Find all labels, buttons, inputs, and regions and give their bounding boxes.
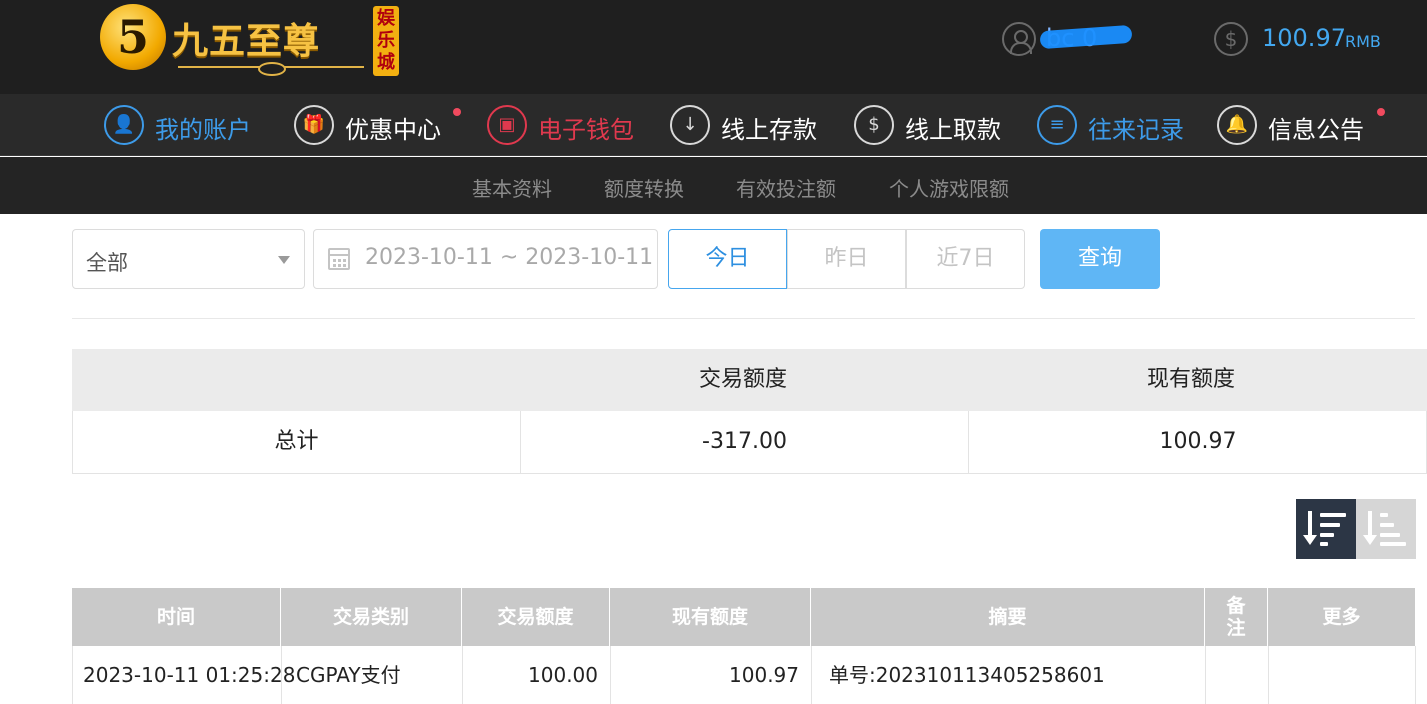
main-nav: 👤 我的账户 🎁 优惠中心 ▣ 电子钱包 ↓ 线上存款 $ 线上取款 ≡ 往来记… xyxy=(0,94,1427,156)
withdraw-icon: $ xyxy=(854,105,894,145)
top-header: 5 九五至尊 娱 乐 城 bc 0 $ 100.97 RMB xyxy=(0,0,1427,94)
chevron-down-icon xyxy=(278,256,290,264)
dollar-icon: $ xyxy=(1214,22,1248,56)
cell-remark xyxy=(1206,646,1269,704)
logo-ornament xyxy=(178,62,364,76)
deposit-icon: ↓ xyxy=(670,105,710,145)
records-header: 时间 交易类别 交易额度 现有额度 摘要 备注 更多 xyxy=(72,588,1415,646)
nav-label: 信息公告 xyxy=(1268,116,1364,144)
col-time[interactable]: 时间 xyxy=(72,588,281,646)
col-balance[interactable]: 现有额度 xyxy=(610,588,811,646)
cell-amount: 100.00 xyxy=(463,646,611,704)
col-more[interactable]: 更多 xyxy=(1268,588,1415,646)
bell-icon: 🔔 xyxy=(1217,105,1257,145)
summary-current-balance: 100.97 xyxy=(968,411,1427,473)
subnav-valid-bets[interactable]: 有效投注额 xyxy=(736,173,836,202)
logo-text: 九五至尊 xyxy=(172,20,321,62)
summary-transaction-total: -317.00 xyxy=(520,411,968,473)
type-select-value: 全部 xyxy=(86,251,128,275)
col-amount[interactable]: 交易额度 xyxy=(462,588,610,646)
cell-time: 2023-10-11 01:25:28 xyxy=(73,646,295,704)
logo-number: 5 xyxy=(116,10,149,64)
divider xyxy=(72,318,1415,319)
quick-7days-button[interactable]: 近7日 xyxy=(906,229,1025,289)
notification-dot xyxy=(453,108,461,116)
table-row: 2023-10-11 01:25:28 CGPAY支付 100.00 100.9… xyxy=(72,646,1416,704)
subnav-basic-info[interactable]: 基本资料 xyxy=(472,173,552,202)
sub-nav: 基本资料 额度转换 有效投注额 个人游戏限额 xyxy=(0,157,1427,214)
nav-label: 线上取款 xyxy=(905,116,1001,144)
summary-header-cell: 交易额度 xyxy=(698,367,787,392)
sort-ascending-button[interactable] xyxy=(1356,499,1416,559)
subnav-game-limits[interactable]: 个人游戏限额 xyxy=(889,173,1009,202)
nav-label: 线上存款 xyxy=(721,116,817,144)
cell-summary: 单号:20231011340525860​1 xyxy=(812,646,1206,704)
cell-more[interactable] xyxy=(1269,646,1416,704)
col-type[interactable]: 交易类别 xyxy=(281,588,462,646)
logo-tag: 娱 乐 城 xyxy=(373,6,399,76)
quick-today-button[interactable]: 今日 xyxy=(668,229,787,289)
arrow-down-icon xyxy=(1368,511,1372,537)
site-logo[interactable]: 5 九五至尊 娱 乐 城 xyxy=(100,4,400,76)
summary-header-cell: 现有额度 xyxy=(1146,367,1235,392)
wallet-icon: ▣ xyxy=(487,105,527,145)
summary-header: 交易额度 现有额度 xyxy=(72,349,1427,411)
col-remark[interactable]: 备注 xyxy=(1205,588,1268,646)
cell-balance: 100.97 xyxy=(611,646,812,704)
quick-yesterday-button[interactable]: 昨日 xyxy=(787,229,906,289)
query-button[interactable]: 查询 xyxy=(1040,229,1160,289)
records-icon: ≡ xyxy=(1037,105,1077,145)
nav-label: 往来记录 xyxy=(1088,116,1184,144)
cell-type: CGPAY支付 xyxy=(282,646,463,704)
arrow-down-icon xyxy=(1308,511,1312,537)
calendar-icon xyxy=(328,248,350,270)
nav-label: 电子钱包 xyxy=(538,116,634,144)
user-icon: 👤 xyxy=(104,105,144,145)
sort-descending-button[interactable] xyxy=(1296,499,1356,559)
balance-amount: 100.97 xyxy=(1262,24,1346,52)
date-range-picker[interactable]: 2023-10-11 ~ 2023-10-11 xyxy=(313,229,658,289)
summary-header-cell xyxy=(72,349,519,411)
type-select[interactable]: 全部 xyxy=(72,229,305,289)
notification-dot xyxy=(1377,108,1385,116)
col-summary[interactable]: 摘要 xyxy=(811,588,1205,646)
nav-label: 优惠中心 xyxy=(345,116,441,144)
subnav-credit-transfer[interactable]: 额度转换 xyxy=(604,173,684,202)
gift-icon: 🎁 xyxy=(294,105,334,145)
nav-label: 我的账户 xyxy=(155,116,251,144)
date-range-value: 2023-10-11 ~ 2023-10-11 xyxy=(365,245,654,270)
summary-label: 总计 xyxy=(274,429,319,454)
balance-currency: RMB xyxy=(1345,32,1381,51)
user-avatar-icon xyxy=(1002,22,1036,56)
summary-row: 总计 -317.00 100.97 xyxy=(72,411,1427,474)
